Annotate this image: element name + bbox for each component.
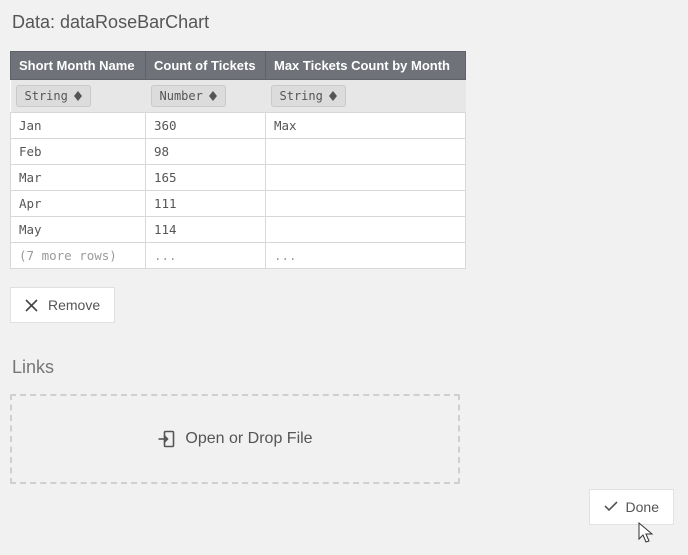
column-header: Max Tickets Count by Month bbox=[266, 52, 466, 80]
table-row: Apr 111 bbox=[11, 191, 466, 217]
column-header: Count of Tickets bbox=[146, 52, 266, 80]
cell: 360 bbox=[146, 113, 266, 139]
check-icon bbox=[604, 499, 618, 515]
column-header: Short Month Name bbox=[11, 52, 146, 80]
cell: Apr bbox=[11, 191, 146, 217]
links-section-title: Links bbox=[12, 357, 678, 378]
column-type-label: String bbox=[25, 89, 68, 103]
cell: 114 bbox=[146, 217, 266, 243]
cell: Max bbox=[266, 113, 466, 139]
table-row: May 114 bbox=[11, 217, 466, 243]
cell: Jan bbox=[11, 113, 146, 139]
done-label: Done bbox=[626, 499, 659, 515]
sort-icon bbox=[209, 91, 217, 101]
column-type-selector[interactable]: String bbox=[271, 85, 346, 107]
open-or-drop-file-zone[interactable]: Open or Drop File bbox=[10, 394, 460, 484]
table-header-row: Short Month Name Count of Tickets Max Ti… bbox=[11, 52, 466, 80]
column-type-label: Number bbox=[160, 89, 203, 103]
cell bbox=[266, 191, 466, 217]
cell-more: (7 more rows) bbox=[11, 243, 146, 269]
table-row: Feb 98 bbox=[11, 139, 466, 165]
remove-button[interactable]: Remove bbox=[10, 287, 115, 323]
column-type-label: String bbox=[280, 89, 323, 103]
table-row: Jan 360 Max bbox=[11, 113, 466, 139]
done-button[interactable]: Done bbox=[589, 489, 674, 525]
cell bbox=[266, 165, 466, 191]
close-icon bbox=[25, 299, 38, 312]
sort-icon bbox=[329, 91, 337, 101]
mouse-cursor-icon bbox=[638, 522, 654, 549]
data-section-title: Data: dataRoseBarChart bbox=[12, 12, 678, 33]
column-type-selector[interactable]: String bbox=[16, 85, 91, 107]
cell bbox=[266, 217, 466, 243]
remove-label: Remove bbox=[48, 297, 100, 313]
data-preview-table: Short Month Name Count of Tickets Max Ti… bbox=[10, 51, 466, 269]
dropzone-label: Open or Drop File bbox=[185, 430, 312, 448]
cell: 165 bbox=[146, 165, 266, 191]
cell: Mar bbox=[11, 165, 146, 191]
cell: 98 bbox=[146, 139, 266, 165]
cell: 111 bbox=[146, 191, 266, 217]
table-type-row: String Number String bbox=[11, 80, 466, 113]
cell: Feb bbox=[11, 139, 146, 165]
cell bbox=[266, 139, 466, 165]
open-file-icon bbox=[157, 430, 175, 448]
cell-more: ... bbox=[146, 243, 266, 269]
table-row: Mar 165 bbox=[11, 165, 466, 191]
cell-more: ... bbox=[266, 243, 466, 269]
table-row-more: (7 more rows) ... ... bbox=[11, 243, 466, 269]
sort-icon bbox=[74, 91, 82, 101]
column-type-selector[interactable]: Number bbox=[151, 85, 226, 107]
cell: May bbox=[11, 217, 146, 243]
